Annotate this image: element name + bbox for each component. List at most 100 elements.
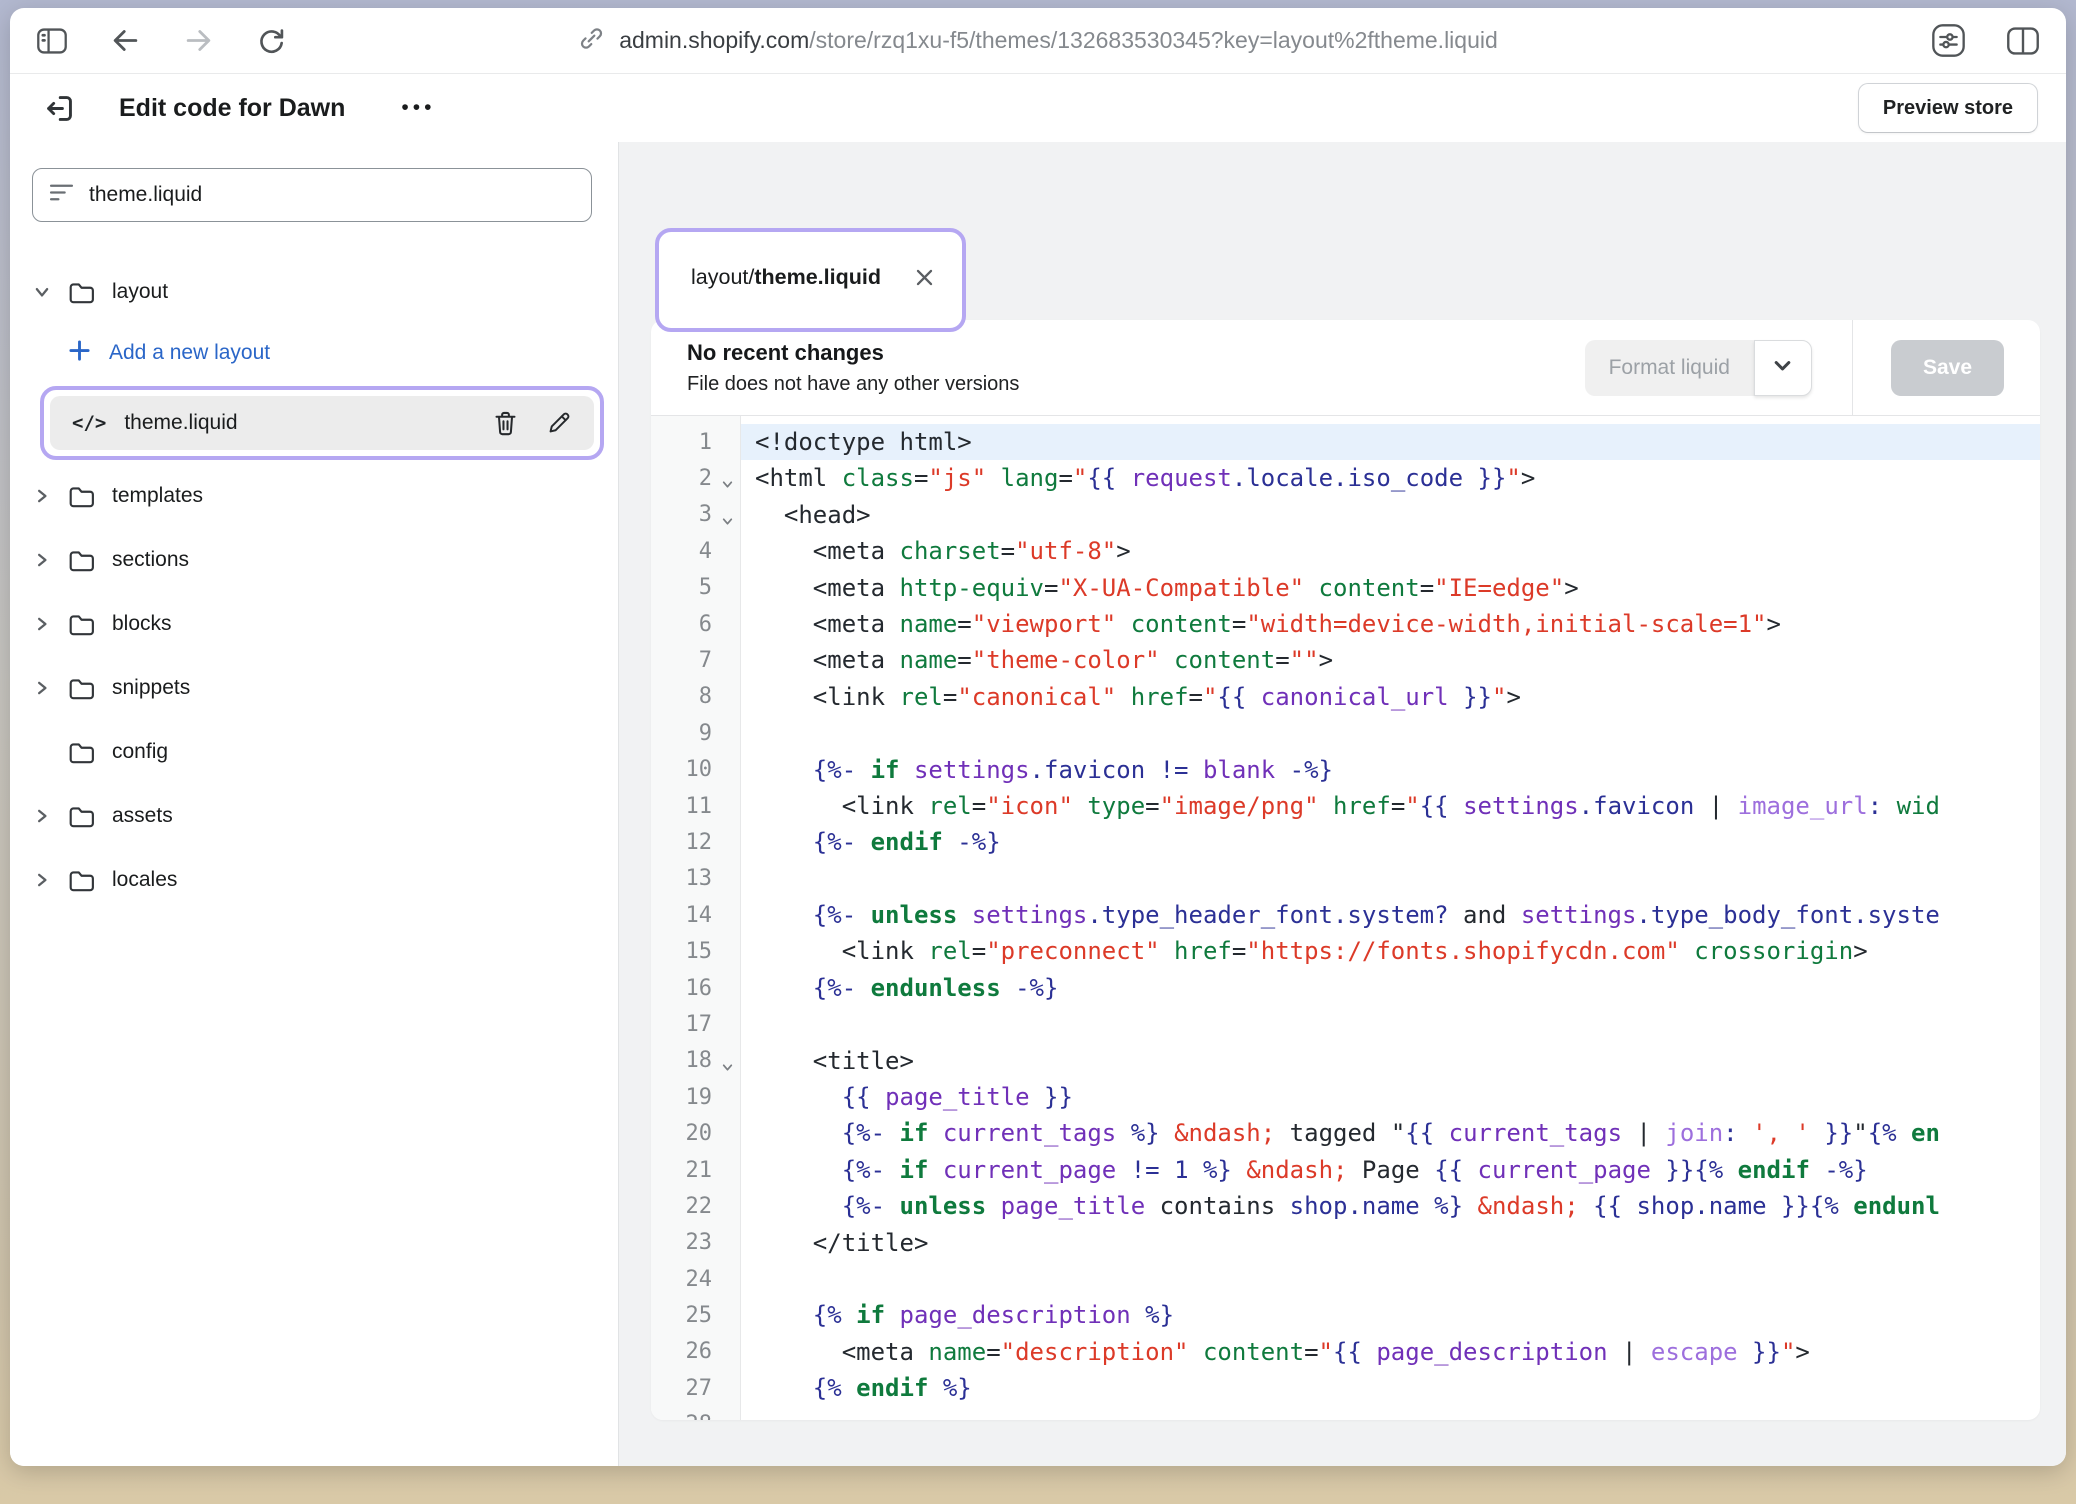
folder-item-templates[interactable]: templates bbox=[10, 464, 618, 528]
save-button[interactable]: Save bbox=[1891, 340, 2004, 396]
code-line-2[interactable]: <html class="js" lang="{{ request.locale… bbox=[741, 460, 2040, 496]
chevron-right-icon bbox=[34, 488, 68, 504]
line-number: 1 bbox=[651, 424, 740, 460]
code-line-27[interactable]: {% endif %} bbox=[741, 1370, 2040, 1406]
code-line-17[interactable] bbox=[741, 1006, 2040, 1042]
code-line-21[interactable]: {%- if current_page != 1 %} &ndash; Page… bbox=[741, 1152, 2040, 1188]
code-line-22[interactable]: {%- unless page_title contains shop.name… bbox=[741, 1188, 2040, 1224]
status-subtitle: File does not have any other versions bbox=[687, 373, 1019, 396]
line-number: 15 bbox=[651, 933, 740, 969]
code-line-28[interactable] bbox=[741, 1407, 2040, 1420]
folder-item-layout[interactable]: layout bbox=[10, 260, 618, 324]
fold-toggle-icon[interactable] bbox=[721, 509, 734, 534]
folder-item-locales[interactable]: locales bbox=[10, 848, 618, 912]
delete-file-icon[interactable] bbox=[493, 410, 518, 437]
status-title: No recent changes bbox=[687, 340, 1019, 366]
chevron-down-icon bbox=[1772, 355, 1793, 381]
code-lines[interactable]: <!doctype html><html class="js" lang="{{… bbox=[741, 416, 2040, 1420]
file-sidebar: layoutAdd a new layout </> theme.liquid … bbox=[10, 142, 619, 1466]
folder-icon bbox=[68, 868, 112, 893]
code-line-5[interactable]: <meta http-equiv="X-UA-Compatible" conte… bbox=[741, 570, 2040, 606]
url-text: admin.shopify.com/store/rzq1xu-f5/themes… bbox=[619, 27, 1498, 54]
editor-card: No recent changes File does not have any… bbox=[651, 320, 2040, 1420]
folder-icon bbox=[68, 484, 112, 509]
code-line-15[interactable]: <link rel="preconnect" href="https://fon… bbox=[741, 933, 2040, 969]
desktop-background: admin.shopify.com/store/rzq1xu-f5/themes… bbox=[0, 0, 2076, 1504]
code-line-12[interactable]: {%- endif -%} bbox=[741, 824, 2040, 860]
url-path: /store/rzq1xu-f5/themes/132683530345?key… bbox=[809, 27, 1498, 53]
code-line-23[interactable]: </title> bbox=[741, 1225, 2040, 1261]
code-line-19[interactable]: {{ page_title }} bbox=[741, 1079, 2040, 1115]
file-search[interactable] bbox=[32, 168, 592, 222]
tab-bar: layout/theme.liquid bbox=[619, 142, 2066, 320]
chevron-right-icon bbox=[34, 680, 68, 696]
code-line-20[interactable]: {%- if current_tags %} &ndash; tagged "{… bbox=[741, 1115, 2040, 1151]
more-actions-icon[interactable]: ••• bbox=[401, 96, 435, 120]
preview-store-button[interactable]: Preview store bbox=[1858, 83, 2038, 133]
code-file-icon: </> bbox=[72, 412, 106, 434]
folder-item-assets[interactable]: assets bbox=[10, 784, 618, 848]
folder-icon bbox=[68, 740, 112, 765]
forward-icon[interactable] bbox=[183, 25, 214, 56]
line-number: 2 bbox=[651, 460, 740, 496]
line-number: 22 bbox=[651, 1188, 740, 1224]
code-line-10[interactable]: {%- if settings.favicon != blank -%} bbox=[741, 752, 2040, 788]
folder-icon bbox=[68, 280, 112, 305]
code-line-11[interactable]: <link rel="icon" type="image/png" href="… bbox=[741, 788, 2040, 824]
folder-item-blocks[interactable]: blocks bbox=[10, 592, 618, 656]
folder-item-snippets[interactable]: snippets bbox=[10, 656, 618, 720]
browser-window: admin.shopify.com/store/rzq1xu-f5/themes… bbox=[10, 8, 2066, 1466]
sidebar-toggle-icon[interactable] bbox=[36, 26, 68, 56]
back-icon[interactable] bbox=[110, 25, 141, 56]
rename-file-icon[interactable] bbox=[546, 410, 572, 436]
code-line-6[interactable]: <meta name="viewport" content="width=dev… bbox=[741, 606, 2040, 642]
reload-icon[interactable] bbox=[256, 24, 287, 57]
line-number: 8 bbox=[651, 679, 740, 715]
code-line-16[interactable]: {%- endunless -%} bbox=[741, 970, 2040, 1006]
code-line-26[interactable]: <meta name="description" content="{{ pag… bbox=[741, 1334, 2040, 1370]
format-liquid-button[interactable]: Format liquid bbox=[1585, 340, 1754, 396]
url-domain: admin.shopify.com bbox=[619, 27, 809, 53]
split-view-icon[interactable] bbox=[2006, 26, 2040, 56]
app-header: Edit code for Dawn ••• Preview store bbox=[10, 74, 2066, 142]
code-line-24[interactable] bbox=[741, 1261, 2040, 1297]
line-number: 21 bbox=[651, 1152, 740, 1188]
folder-icon bbox=[68, 676, 112, 701]
code-line-14[interactable]: {%- unless settings.type_header_font.sys… bbox=[741, 897, 2040, 933]
page-settings-icon[interactable] bbox=[1931, 23, 1966, 58]
code-line-18[interactable]: <title> bbox=[741, 1043, 2040, 1079]
fold-toggle-icon[interactable] bbox=[721, 1055, 734, 1080]
active-tab-highlight: layout/theme.liquid bbox=[655, 228, 966, 332]
line-number: 20 bbox=[651, 1115, 740, 1151]
code-line-7[interactable]: <meta name="theme-color" content=""> bbox=[741, 642, 2040, 678]
folder-icon bbox=[68, 548, 112, 573]
fold-toggle-icon[interactable] bbox=[721, 472, 734, 497]
add-new-layout-button[interactable]: Add a new layout bbox=[68, 324, 618, 382]
code-line-25[interactable]: {% if page_description %} bbox=[741, 1297, 2040, 1333]
code-line-4[interactable]: <meta charset="utf-8"> bbox=[741, 533, 2040, 569]
code-line-1[interactable]: <!doctype html> bbox=[741, 424, 2040, 460]
exit-icon[interactable] bbox=[42, 91, 77, 126]
code-line-9[interactable] bbox=[741, 715, 2040, 751]
code-line-8[interactable]: <link rel="canonical" href="{{ canonical… bbox=[741, 679, 2040, 715]
close-tab-icon[interactable] bbox=[911, 264, 938, 291]
line-number: 19 bbox=[651, 1079, 740, 1115]
chevron-down-icon bbox=[34, 284, 68, 300]
line-number: 5 bbox=[651, 570, 740, 606]
line-number: 10 bbox=[651, 752, 740, 788]
line-number: 23 bbox=[651, 1225, 740, 1261]
code-line-13[interactable] bbox=[741, 861, 2040, 897]
code-line-3[interactable]: <head> bbox=[741, 497, 2040, 533]
selected-file-highlight: </> theme.liquid bbox=[40, 386, 604, 460]
folder-item-sections[interactable]: sections bbox=[10, 528, 618, 592]
search-input[interactable] bbox=[89, 183, 575, 207]
chevron-right-icon bbox=[34, 616, 68, 632]
toolbar-divider bbox=[1852, 320, 1853, 415]
code-editor[interactable]: 1234567891011121314151617181920212223242… bbox=[651, 416, 2040, 1420]
address-bar[interactable]: admin.shopify.com/store/rzq1xu-f5/themes… bbox=[10, 25, 2066, 57]
tab-theme-liquid[interactable]: layout/theme.liquid bbox=[669, 240, 952, 314]
folder-item-config[interactable]: config bbox=[10, 720, 618, 784]
version-status: No recent changes File does not have any… bbox=[687, 340, 1019, 396]
format-options-button[interactable] bbox=[1754, 340, 1812, 396]
file-item-theme.liquid[interactable]: </> theme.liquid bbox=[50, 396, 594, 450]
